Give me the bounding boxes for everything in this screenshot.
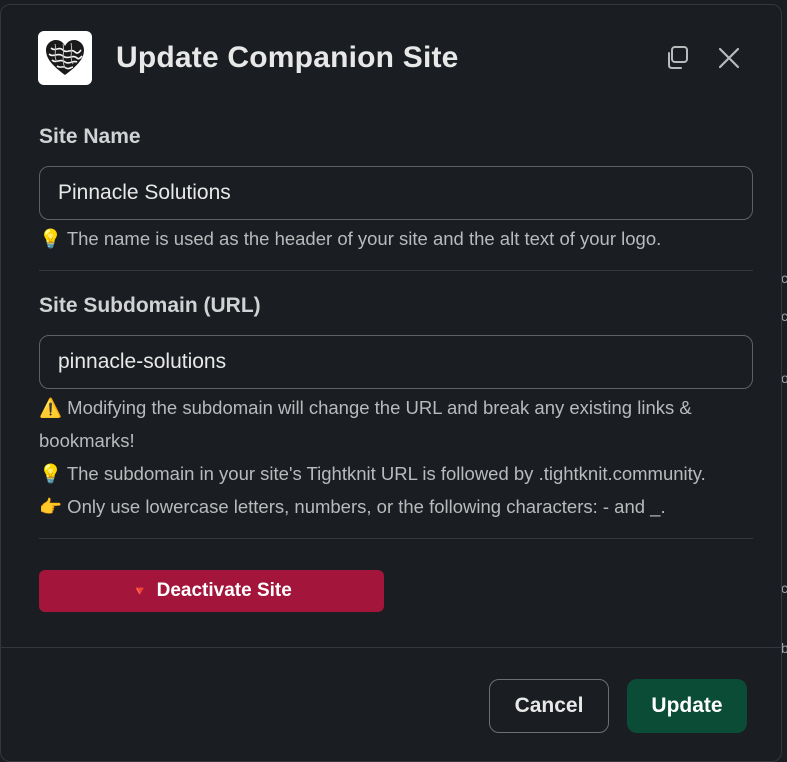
subdomain-warning-text-cont: bookmarks! <box>39 430 135 451</box>
subdomain-hints: ⚠️ Modifying the subdomain will change t… <box>39 391 753 523</box>
red-triangle-down-icon: 🔻 <box>131 582 149 599</box>
update-site-dialog: Update Companion Site Site Name 💡 The na… <box>0 4 782 762</box>
deactivate-site-label: Deactivate Site <box>156 580 292 601</box>
header-actions <box>664 45 748 71</box>
cancel-button[interactable]: Cancel <box>489 679 609 733</box>
subdomain-url-hint: 💡 The subdomain in your site's Tightknit… <box>39 463 706 484</box>
close-icon[interactable] <box>716 45 742 71</box>
update-button[interactable]: Update <box>627 679 747 733</box>
deactivate-site-button[interactable]: 🔻 Deactivate Site <box>39 570 384 612</box>
footer-divider <box>1 647 781 648</box>
subdomain-label: Site Subdomain (URL) <box>39 294 261 317</box>
heart-knot-logo-icon <box>38 31 92 85</box>
section-divider <box>39 270 753 271</box>
subdomain-characters-hint: 👉 Only use lowercase letters, numbers, o… <box>39 496 666 517</box>
dialog-title: Update Companion Site <box>116 41 459 74</box>
site-name-label: Site Name <box>39 125 141 148</box>
dialog-header: Update Companion Site <box>38 30 748 86</box>
section-divider <box>39 538 753 539</box>
site-name-hint: 💡 The name is used as the header of your… <box>39 222 753 255</box>
site-name-input[interactable] <box>39 166 753 220</box>
site-name-hint-text: 💡 The name is used as the header of your… <box>39 228 662 249</box>
popout-icon[interactable] <box>664 45 690 71</box>
subdomain-input[interactable] <box>39 335 753 389</box>
subdomain-warning-text: ⚠️ Modifying the subdomain will change t… <box>39 397 692 418</box>
